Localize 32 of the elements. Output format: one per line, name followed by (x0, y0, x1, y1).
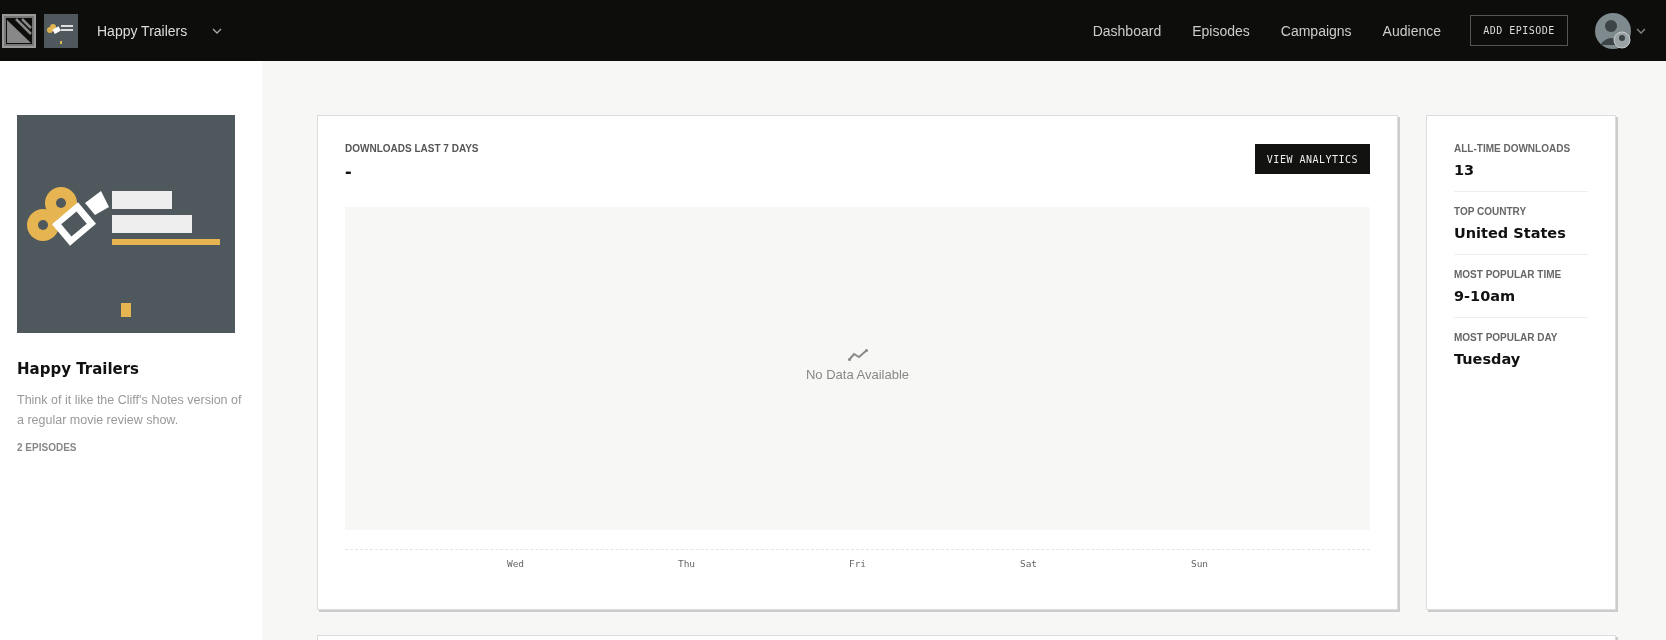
card-title: DOWNLOADS LAST 7 DAYS (345, 143, 479, 154)
caret-icon[interactable] (212, 27, 223, 34)
nav-link[interactable]: Episodes (1192, 22, 1250, 39)
axis-label: Thu (676, 558, 697, 569)
stat-value: 13 (1454, 162, 1476, 178)
stat-label: MOST POPULAR TIME (1454, 269, 1563, 280)
stat-label: TOP COUNTRY (1454, 206, 1528, 217)
stat-label: ALL-TIME DOWNLOADS (1454, 143, 1572, 154)
add-episode-button[interactable]: ADD EPISODE (1470, 15, 1568, 46)
show-name[interactable]: Happy Trailers (97, 22, 188, 39)
episode-count: 2 EPISODES (17, 442, 78, 453)
stat-label: MOST POPULAR DAY (1454, 332, 1559, 343)
trend-icon (847, 349, 868, 361)
nav-link[interactable]: Campaigns (1280, 22, 1352, 39)
nav-link[interactable]: Dashboard (1092, 22, 1162, 39)
caret-icon[interactable] (1636, 27, 1646, 34)
cover-thumbnail-icon[interactable] (44, 13, 78, 48)
stat-value: 9-10am (1454, 288, 1517, 304)
stat-value: United States (1454, 225, 1567, 241)
axis-label: Wed (505, 558, 526, 569)
podcast-description: Think of it like the Cliff's Notes version of a regular movie review show. (17, 392, 243, 429)
stat-value: Tuesday (1454, 351, 1522, 367)
view-analytics-button[interactable]: VIEW ANALYTICS (1255, 144, 1370, 174)
avatar-icon[interactable] (1595, 12, 1631, 49)
downloads-value: - (345, 160, 353, 183)
axis-label: Fri (847, 558, 868, 569)
axis-label: Sun (1189, 558, 1210, 569)
nav-link[interactable]: Audience (1382, 22, 1441, 39)
logo-icon[interactable] (2, 13, 36, 48)
podcast-title: Happy Trailers (17, 360, 141, 378)
empty-message: No Data Available (805, 367, 910, 382)
axis-label: Sat (1018, 558, 1039, 569)
